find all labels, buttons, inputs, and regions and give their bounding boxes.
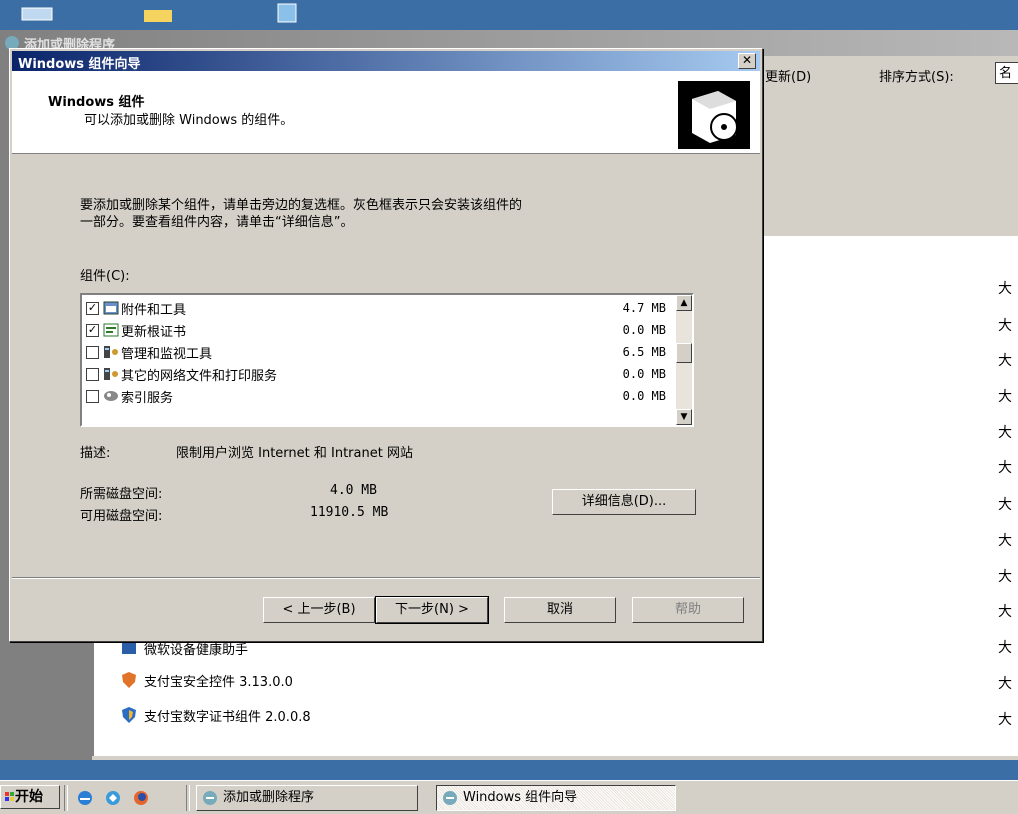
disk-available-value: 11910.5 MB	[310, 505, 389, 520]
size-cell: 大	[998, 604, 1012, 620]
component-item[interactable]: 管理和监视工具 6.5 MB	[86, 341, 672, 363]
start-label: 开始	[15, 789, 43, 805]
add-remove-app-icon	[203, 791, 217, 805]
desktop-icon-folder[interactable]	[140, 6, 180, 22]
wizard-instructions: 要添加或删除某个组件，请单击旁边的复选框。灰色框表示只会安装该组件的 一部分。要…	[80, 197, 522, 231]
program-row[interactable]: 支付宝安全控件 3.13.0.0	[120, 668, 293, 692]
component-item[interactable]: ✓ 更新根证书 0.0 MB	[86, 319, 672, 341]
scroll-up-arrow-icon[interactable]: ▲	[676, 295, 692, 311]
component-checkbox[interactable]	[86, 345, 99, 359]
component-checkbox[interactable]: ✓	[86, 323, 99, 337]
description-label: 描述:	[80, 446, 111, 461]
component-name: 附件和工具	[121, 302, 187, 318]
index-icon	[104, 391, 118, 401]
component-item[interactable]: 索引服务 0.0 MB	[86, 385, 672, 407]
desktop-bottom-strip	[0, 760, 1018, 780]
component-size: 4.7 MB	[622, 301, 666, 315]
back-button[interactable]: < 上一步(B)	[263, 597, 375, 623]
windows-components-wizard: Windows 组件向导 ✕ Windows 组件 可以添加或删除 Window…	[9, 48, 763, 642]
management-icon	[104, 346, 118, 358]
task-windows-components-wizard[interactable]: Windows 组件向导	[436, 785, 676, 811]
component-name: 更新根证书	[121, 324, 187, 340]
size-cell: 大	[998, 460, 1012, 476]
next-button[interactable]: 下一步(N) >	[375, 596, 489, 624]
component-checkbox[interactable]	[86, 367, 99, 381]
taskbar: 开始 添加或删除程序 Windows 组件向导	[0, 780, 1018, 814]
size-cell: 大	[998, 353, 1012, 369]
help-button[interactable]: 帮助	[632, 597, 744, 623]
components-scrollbar[interactable]: ▲ ▼	[676, 295, 692, 425]
task-label: 添加或删除程序	[223, 790, 315, 805]
component-item[interactable]: ✓ 附件和工具 4.7 MB	[86, 297, 672, 319]
program-name: 支付宝数字证书组件 2.0.0.8	[144, 709, 311, 725]
disk-available-label: 可用磁盘空间:	[80, 509, 163, 524]
instructions-line-2: 一部分。要查看组件内容，请单击“详细信息”。	[80, 215, 354, 230]
program-name: 支付宝安全控件 3.13.0.0	[144, 674, 293, 690]
size-cell: 大	[998, 640, 1012, 656]
desktop-strip	[0, 0, 1018, 30]
wizard-separator	[12, 577, 760, 579]
size-cell: 大	[998, 712, 1012, 728]
disk-required-label: 所需磁盘空间:	[80, 487, 163, 502]
component-size: 0.0 MB	[622, 323, 666, 337]
sort-by-label: 排序方式(S):	[879, 70, 954, 85]
sort-by-select[interactable]: 名	[995, 62, 1018, 84]
task-add-remove-programs[interactable]: 添加或删除程序	[196, 785, 418, 811]
scroll-thumb[interactable]	[676, 343, 692, 363]
desktop-icon-app[interactable]	[276, 2, 300, 24]
taskbar-divider	[64, 785, 68, 811]
size-cell: 大	[998, 533, 1012, 549]
wizard-header-subtitle: 可以添加或删除 Windows 的组件。	[84, 113, 294, 128]
close-button[interactable]: ✕	[738, 53, 756, 69]
accessories-icon	[103, 301, 119, 315]
wizard-app-icon	[443, 791, 457, 805]
size-cell: 大	[998, 281, 1012, 297]
network-icon	[104, 368, 118, 380]
alipay-cert-icon	[122, 707, 136, 723]
program-row[interactable]: 支付宝数字证书组件 2.0.0.8	[120, 703, 311, 727]
show-desktop-icon[interactable]	[104, 789, 122, 807]
internet-explorer-icon[interactable]	[76, 789, 94, 807]
taskbar-divider	[186, 785, 190, 811]
show-updates-label[interactable]: 更新(D)	[765, 66, 811, 85]
wizard-header: Windows 组件 可以添加或删除 Windows 的组件。	[12, 71, 760, 154]
instructions-line-1: 要添加或删除某个组件，请单击旁边的复选框。灰色框表示只会安装该组件的	[80, 198, 523, 213]
wizard-header-title: Windows 组件	[48, 95, 145, 110]
firefox-icon[interactable]	[132, 789, 150, 807]
disk-required-value: 4.0 MB	[330, 483, 377, 498]
component-name: 其它的网络文件和打印服务	[121, 368, 278, 384]
start-button[interactable]: 开始	[0, 785, 60, 809]
size-cell: 大	[998, 569, 1012, 585]
size-cell: 大	[998, 389, 1012, 405]
desktop-icon-computer[interactable]	[20, 6, 60, 22]
component-size: 6.5 MB	[622, 345, 666, 359]
install-cd-icon	[678, 81, 750, 149]
wizard-titlebar[interactable]: Windows 组件向导 ✕	[12, 51, 760, 72]
component-item[interactable]: 其它的网络文件和打印服务 0.0 MB	[86, 363, 672, 385]
task-label: Windows 组件向导	[463, 790, 578, 805]
component-checkbox[interactable]: ✓	[86, 301, 99, 315]
components-list[interactable]: ✓ 附件和工具 4.7 MB ✓ 更新根证书 0.0 MB 管理和监视工具 6.…	[80, 293, 694, 427]
size-cell: 大	[998, 425, 1012, 441]
component-size: 0.0 MB	[622, 367, 666, 381]
scroll-down-arrow-icon[interactable]: ▼	[676, 409, 692, 425]
components-label: 组件(C):	[80, 269, 130, 284]
component-checkbox[interactable]	[86, 389, 99, 403]
description-value: 限制用户浏览 Internet 和 Intranet 网站	[176, 446, 413, 461]
component-name: 索引服务	[121, 390, 174, 406]
size-cell: 大	[998, 318, 1012, 334]
wizard-title: Windows 组件向导	[18, 57, 141, 72]
component-size: 0.0 MB	[622, 389, 666, 403]
certificate-icon	[103, 323, 119, 337]
size-cell: 大	[998, 676, 1012, 692]
cancel-button[interactable]: 取消	[504, 597, 616, 623]
alipay-shield-icon	[122, 672, 136, 688]
details-button[interactable]: 详细信息(D)...	[552, 489, 696, 515]
size-cell: 大	[998, 497, 1012, 513]
windows-logo-icon	[5, 792, 14, 801]
component-name: 管理和监视工具	[121, 346, 213, 362]
